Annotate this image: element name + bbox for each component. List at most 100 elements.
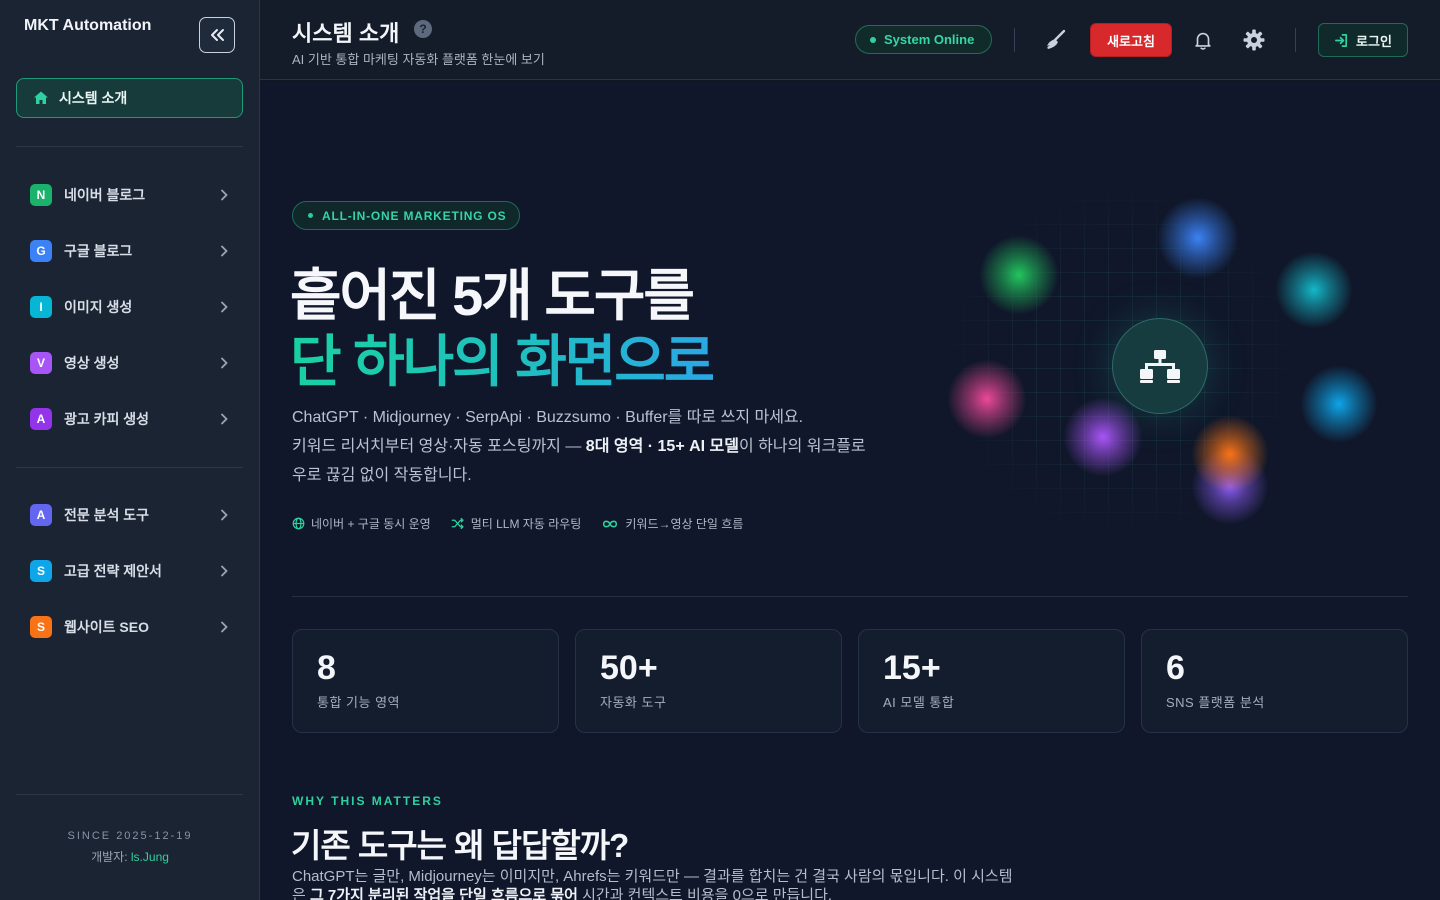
sidebar-item-label: 네이버 블로그 — [64, 187, 146, 203]
chevron-right-icon — [213, 621, 235, 633]
chevron-right-icon — [213, 245, 235, 257]
sidebar-divider — [16, 467, 243, 468]
sidebar-footer: SINCE 2025-12-19 개발자: ls.Jung — [0, 830, 260, 865]
chevron-right-icon — [213, 301, 235, 313]
hero-description-text: 키워드 리서치부터 영상·자동 포스팅까지 — — [292, 438, 586, 455]
why-section-description: ChatGPT는 글만, Midjourney는 이미지만, Ahrefs는 키… — [292, 867, 1022, 900]
sidebar-item-label: 구글 블로그 — [64, 243, 133, 259]
sign-in-icon — [1335, 33, 1348, 47]
since-date: SINCE 2025-12-19 — [67, 830, 193, 842]
status-dot-icon — [870, 36, 876, 43]
hero-feature-list: 네이버 + 구글 동시 운영 멀티 LLM 자동 라우팅 키워드→영상 단일 흐… — [292, 515, 743, 532]
feature-label: 키워드→영상 단일 흐름 — [625, 517, 744, 531]
stat-label: SNS 플랫폼 분석 — [1166, 695, 1265, 710]
chevron-right-icon — [213, 413, 235, 425]
hero-title-line-2: 단 하나의 화면으로 — [290, 317, 715, 398]
sidebar: MKT Automation 시스템 소개 N 네이버 블로그 G 구글 블로그… — [0, 0, 260, 900]
hero-eyebrow-badge: ALL-IN-ONE MARKETING OS — [292, 201, 520, 230]
video-badge-icon: V — [30, 352, 52, 374]
main-content: ALL-IN-ONE MARKETING OS 흩어진 5개 도구를 단 하나의… — [260, 81, 1440, 900]
sidebar-item-video-generation[interactable]: V 영상 생성 — [16, 343, 243, 383]
ad-copy-badge-icon: A — [30, 408, 52, 430]
feature-item: 멀티 LLM 자동 라우팅 — [451, 515, 582, 532]
stat-label: AI 모델 통합 — [883, 695, 955, 710]
sidebar-item-website-seo[interactable]: S 웹사이트 SEO — [16, 607, 243, 647]
stat-value: 6 — [1166, 649, 1185, 687]
stat-value: 50+ — [600, 649, 658, 687]
chevron-right-icon — [213, 509, 235, 521]
stat-card: 6 SNS 플랫폼 분석 — [1141, 629, 1408, 733]
eyebrow-dot-icon — [308, 213, 313, 218]
status-text: System Online — [884, 32, 975, 47]
sidebar-item-label: 웹사이트 SEO — [64, 619, 149, 635]
image-badge-icon: I — [30, 296, 52, 318]
green-orb-icon — [980, 236, 1058, 314]
sky-orb-icon — [1301, 366, 1377, 442]
stat-value: 15+ — [883, 649, 941, 687]
chevron-right-icon — [213, 189, 235, 201]
broom-icon — [1047, 29, 1066, 49]
feature-item: 네이버 + 구글 동시 운영 — [292, 515, 431, 532]
sidebar-item-label: 영상 생성 — [64, 355, 120, 371]
home-icon — [34, 91, 48, 104]
sidebar-item-label: 시스템 소개 — [59, 90, 128, 106]
sidebar-item-google-blog[interactable]: G 구글 블로그 — [16, 231, 243, 271]
purple-orb-icon — [1064, 398, 1142, 476]
stat-card: 15+ AI 모델 통합 — [858, 629, 1125, 733]
double-chevron-left-icon — [211, 29, 224, 41]
developer-credit: 개발자: ls.Jung — [0, 848, 260, 865]
page-subtitle: AI 기반 통합 마케팅 자동화 플랫폼 한눈에 보기 — [292, 52, 545, 67]
orange-orb-icon — [1192, 416, 1268, 492]
brand-name: MKT Automation — [24, 17, 152, 34]
sidebar-item-label: 광고 카피 생성 — [64, 411, 150, 427]
sidebar-item-naver-blog[interactable]: N 네이버 블로그 — [16, 175, 243, 215]
google-badge-icon: G — [30, 240, 52, 262]
notifications-button[interactable] — [1189, 26, 1217, 54]
sidebar-item-label: 고급 전략 제안서 — [64, 563, 162, 579]
chevron-right-icon — [213, 357, 235, 369]
feature-label: 멀티 LLM 자동 라우팅 — [470, 517, 582, 531]
naver-badge-icon: N — [30, 184, 52, 206]
hero-description: ChatGPT · Midjourney · SerpApi · Buzzsum… — [292, 403, 872, 490]
sidebar-item-strategy-proposal[interactable]: S 고급 전략 제안서 — [16, 551, 243, 591]
bell-icon — [1195, 32, 1211, 50]
header-divider — [1295, 28, 1296, 52]
section-divider — [292, 596, 1408, 597]
hero-description-line-1: ChatGPT · Midjourney · SerpApi · Buzzsum… — [292, 409, 804, 426]
feature-label: 네이버 + 구글 동시 운영 — [311, 517, 431, 531]
stat-value: 8 — [317, 649, 336, 687]
analysis-badge-icon: A — [30, 504, 52, 526]
blue-orb-icon — [1158, 198, 1238, 278]
why-description-highlight: 그 7가지 분리된 작업을 단일 흐름으로 묶어 — [309, 887, 578, 900]
help-icon[interactable]: ? — [414, 20, 432, 38]
stat-card: 50+ 자동화 도구 — [575, 629, 842, 733]
stat-card: 8 통합 기능 영역 — [292, 629, 559, 733]
sidebar-item-image-generation[interactable]: I 이미지 생성 — [16, 287, 243, 327]
refresh-button[interactable]: 새로고침 — [1091, 24, 1171, 56]
settings-button[interactable] — [1240, 26, 1268, 54]
integration-orbit-graphic — [940, 176, 1377, 546]
sidebar-item-ad-copy[interactable]: A 광고 카피 생성 — [16, 399, 243, 439]
sidebar-item-label: 전문 분석 도구 — [64, 507, 150, 523]
hero-eyebrow-text: ALL-IN-ONE MARKETING OS — [322, 208, 507, 223]
sidebar-item-analysis-tools[interactable]: A 전문 분석 도구 — [16, 495, 243, 535]
collapse-sidebar-button[interactable] — [199, 17, 235, 53]
why-section-title: 기존 도구는 왜 답답할까? — [291, 827, 629, 864]
sidebar-item-home[interactable]: 시스템 소개 — [16, 78, 243, 118]
clear-cache-button[interactable] — [1041, 26, 1069, 54]
page-title: 시스템 소개 — [292, 21, 400, 46]
status-badge: System Online — [855, 25, 992, 54]
globe-icon — [292, 517, 305, 530]
hero-description-highlight: 8대 영역 · 15+ AI 모델 — [585, 438, 739, 455]
chevron-right-icon — [213, 565, 235, 577]
sidebar-item-label: 이미지 생성 — [64, 299, 133, 315]
why-section-eyebrow: WHY THIS MATTERS — [292, 794, 443, 808]
login-button[interactable]: 로그인 — [1318, 23, 1408, 57]
gear-icon — [1243, 29, 1265, 51]
developer-label: 개발자: — [91, 850, 128, 864]
pink-orb-icon — [948, 360, 1026, 438]
developer-name: ls.Jung — [130, 850, 169, 864]
why-description-text: 시간과 컨텍스트 비용을 0으로 만듭니다. — [577, 887, 833, 900]
hero-description-line-2: 키워드 리서치부터 영상·자동 포스팅까지 — 8대 영역 · 15+ AI 모… — [292, 432, 872, 490]
infinity-icon — [603, 520, 618, 527]
